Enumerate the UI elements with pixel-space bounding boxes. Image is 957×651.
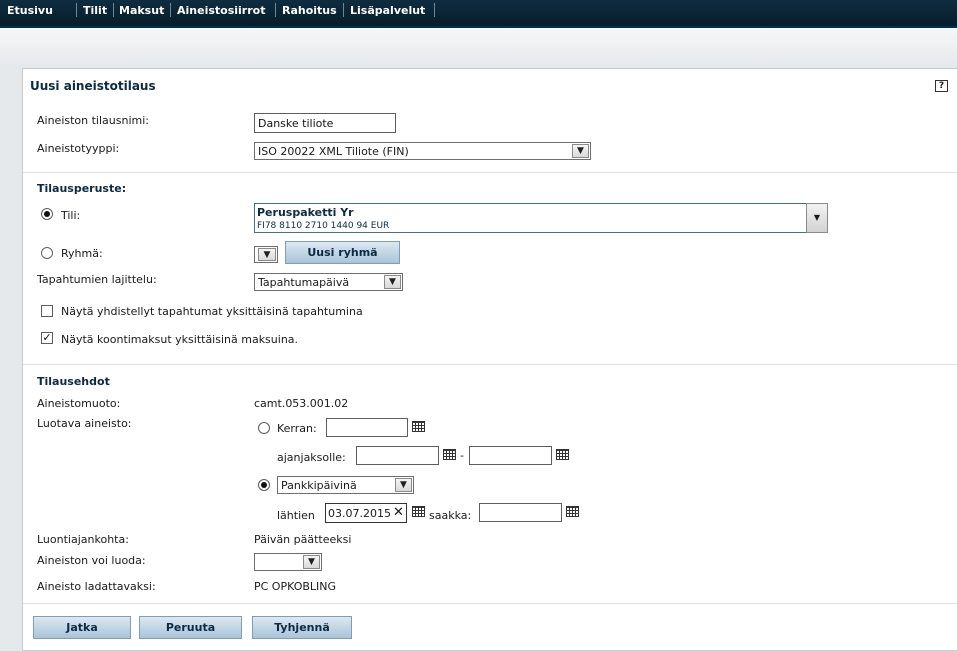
header-band: [0, 28, 957, 68]
daily-select-value: Pankkipäivinä: [281, 479, 357, 492]
group-radio[interactable]: [41, 247, 53, 259]
calendar-icon[interactable]: [412, 421, 425, 432]
collective-payments-label: Näytä koontimaksut yksittäisinä maksuina…: [61, 333, 299, 346]
account-name: Peruspaketti Yr: [257, 206, 354, 219]
daily-select[interactable]: Pankkipäivinä ▼: [277, 476, 414, 494]
sort-label: Tapahtumien lajittelu:: [37, 273, 157, 286]
clear-button[interactable]: Tyhjennä: [252, 616, 352, 639]
calendar-icon[interactable]: [412, 506, 425, 517]
divider: [23, 172, 957, 173]
chevron-down-icon: ▼: [572, 144, 589, 158]
download-value: PC OPKOBLING: [254, 580, 337, 593]
nav-separator: [434, 3, 435, 17]
clear-icon[interactable]: ✕: [393, 505, 404, 520]
once-radio[interactable]: [258, 422, 270, 434]
account-radio[interactable]: [41, 208, 53, 220]
chevron-down-icon: ▼: [395, 478, 412, 492]
calendar-icon[interactable]: [443, 449, 456, 460]
nav-item-maksut[interactable]: Maksut: [119, 4, 164, 17]
new-group-button[interactable]: Uusi ryhmä: [285, 241, 400, 264]
type-label: Aineistotyyppi:: [37, 142, 120, 155]
group-label: Ryhmä:: [61, 247, 103, 260]
chevron-down-icon: ▼: [258, 248, 276, 261]
period-start-input[interactable]: [356, 446, 439, 465]
from-label: lähtien: [277, 509, 315, 522]
calendar-icon[interactable]: [566, 506, 579, 517]
conditions-title: Tilausehdot: [37, 375, 110, 388]
until-label: saakka:: [429, 509, 472, 522]
download-label: Aineisto ladattavaksi:: [37, 580, 156, 593]
nav-separator: [113, 3, 114, 17]
type-select[interactable]: ISO 20022 XML Tiliote (FIN) ▼: [254, 142, 591, 160]
page-title: Uusi aineistotilaus: [30, 79, 156, 93]
cancel-button[interactable]: Peruuta: [139, 616, 242, 639]
nav-separator: [275, 3, 276, 17]
until-date-input[interactable]: [479, 503, 562, 522]
nav-item-tilit[interactable]: Tilit: [83, 4, 107, 17]
continue-button[interactable]: Jatka: [33, 616, 131, 639]
nav-item-aineistosiirrot[interactable]: Aineistosiirrot: [177, 4, 265, 17]
can-create-select[interactable]: ▼: [254, 553, 322, 571]
basis-title: Tilausperuste:: [37, 182, 127, 195]
nav-separator: [170, 3, 171, 17]
chevron-down-icon[interactable]: ▼: [806, 203, 828, 233]
nav-item-rahoitus[interactable]: Rahoitus: [282, 4, 337, 17]
help-icon[interactable]: ?: [935, 80, 948, 92]
divider: [23, 603, 957, 604]
order-form-panel: Uusi aineistotilaus ? Aineiston tilausni…: [22, 68, 957, 651]
account-number: FI78 8110 2710 1440 94 EUR: [257, 221, 390, 231]
daily-radio[interactable]: [258, 479, 270, 491]
nav-item-etusivu[interactable]: Etusivu: [7, 4, 53, 17]
format-value: camt.053.001.02: [254, 397, 349, 410]
period-end-input[interactable]: [469, 446, 552, 465]
group-select[interactable]: ▼: [254, 246, 278, 263]
order-name-input[interactable]: [254, 113, 396, 133]
nav-separator: [343, 3, 344, 17]
chevron-down-icon: ▼: [303, 555, 320, 569]
top-navigation: Etusivu Tilit Maksut Aineistosiirrot Rah…: [0, 0, 957, 28]
chevron-down-icon: ▼: [384, 275, 401, 289]
period-dash: -: [460, 449, 464, 462]
period-label: ajanjaksolle:: [277, 451, 346, 464]
type-select-value: ISO 20022 XML Tiliote (FIN): [258, 145, 409, 158]
name-label: Aineiston tilausnimi:: [37, 114, 149, 127]
combined-transactions-label: Näytä yhdistellyt tapahtumat yksittäisin…: [61, 305, 363, 318]
format-label: Aineistomuoto:: [37, 397, 121, 410]
account-label: Tili:: [61, 209, 81, 222]
account-select[interactable]: Peruspaketti Yr FI78 8110 2710 1440 94 E…: [254, 203, 828, 233]
created-label: Luotava aineisto:: [37, 417, 132, 430]
from-date-input[interactable]: 03.07.2015 ✕: [325, 503, 407, 523]
nav-item-lisapalvelut[interactable]: Lisäpalvelut: [350, 4, 425, 17]
from-date-value: 03.07.2015: [328, 507, 390, 520]
combined-transactions-checkbox[interactable]: [41, 305, 53, 317]
sort-select[interactable]: Tapahtumapäivä ▼: [254, 273, 403, 291]
timing-label: Luontiajankohta:: [37, 533, 129, 546]
timing-value: Päivän päätteeksi: [254, 533, 352, 546]
calendar-icon[interactable]: [556, 449, 569, 460]
once-date-input[interactable]: [326, 418, 408, 437]
collective-payments-checkbox[interactable]: ✓: [41, 332, 53, 344]
divider: [23, 364, 957, 365]
nav-separator: [76, 3, 77, 17]
once-label: Kerran:: [277, 422, 317, 435]
sort-select-value: Tapahtumapäivä: [258, 276, 350, 289]
can-create-label: Aineiston voi luoda:: [37, 554, 146, 567]
